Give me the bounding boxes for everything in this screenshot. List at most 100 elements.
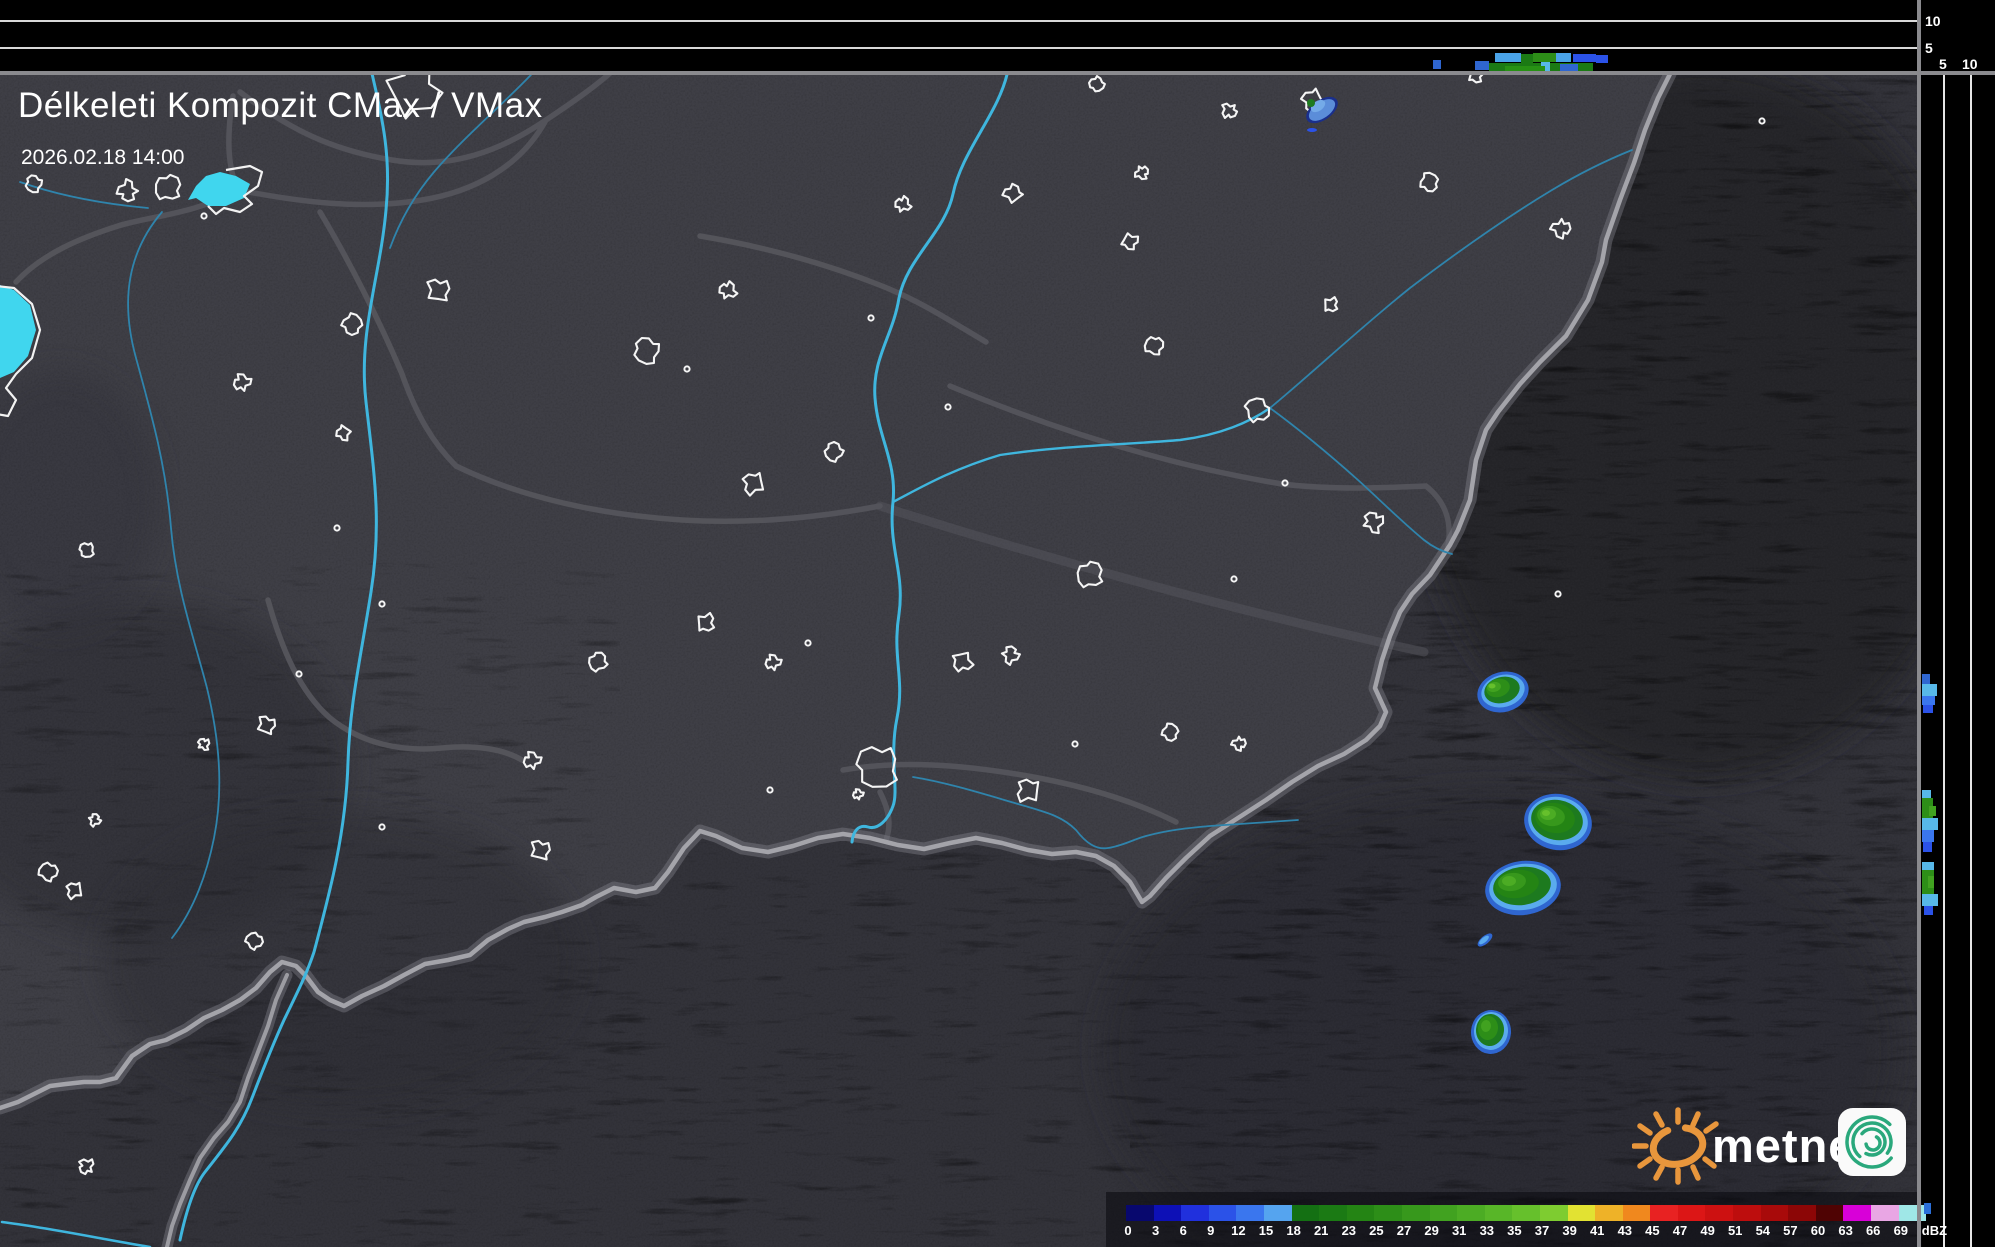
profile-echo-pixel (1505, 66, 1545, 71)
scale-segment (1678, 1205, 1706, 1221)
scale-segment (1485, 1205, 1513, 1221)
profile-echo-pixel (1573, 54, 1596, 62)
scale-tick-label: 66 (1866, 1223, 1880, 1238)
scale-tick-label: 18 (1286, 1223, 1300, 1238)
radar-map[interactable] (0, 74, 1920, 1247)
scale-tick-label: 6 (1180, 1223, 1187, 1238)
scale-segment (1236, 1205, 1264, 1221)
scale-tick-label: 33 (1480, 1223, 1494, 1238)
profile-echo-pixel (1521, 54, 1533, 63)
radar-echo-layer (1307, 128, 1317, 132)
scale-segment (1402, 1205, 1430, 1221)
scale-segment (1457, 1205, 1485, 1221)
scale-segment (1623, 1205, 1651, 1221)
scale-tick-label: 57 (1783, 1223, 1797, 1238)
axis-label-v5: 5 (1925, 41, 1933, 55)
scale-segment (1816, 1205, 1844, 1221)
scale-unit-label: dBZ (1922, 1223, 1947, 1238)
scale-tick-label: 43 (1618, 1223, 1632, 1238)
scale-tick-label: 60 (1811, 1223, 1825, 1238)
scale-segment (1595, 1205, 1623, 1221)
profile-echo-pixel (1495, 53, 1521, 62)
scale-segment (1788, 1205, 1816, 1221)
scale-segment (1209, 1205, 1237, 1221)
panel-separator-horizontal (0, 71, 1995, 75)
profile-echo-pixel (1533, 53, 1556, 62)
reflectivity-scale-bar (1126, 1205, 1926, 1221)
scale-tick-label: 3 (1152, 1223, 1159, 1238)
profile-echo-pixel (1924, 906, 1933, 915)
metnet-app-icon (1837, 1107, 1907, 1177)
scale-tick-label: 12 (1231, 1223, 1245, 1238)
scale-tick-label: 27 (1397, 1223, 1411, 1238)
axis-label-h10: 10 (1962, 57, 1978, 71)
radar-echo-layer (1542, 810, 1550, 816)
scale-segment (1843, 1205, 1871, 1221)
radar-echo-layer (1307, 99, 1315, 107)
profile-echo-pixel (1922, 684, 1937, 696)
scale-segment (1126, 1205, 1154, 1221)
scale-tick-label: 31 (1452, 1223, 1466, 1238)
radar-app-screen: 10 5 5 10 Délkeleti Kompozit CMax / VMax… (0, 0, 1995, 1247)
profile-echo-pixel (1560, 64, 1578, 71)
radar-echo-layer (1489, 684, 1496, 689)
scale-segment (1705, 1205, 1733, 1221)
scale-segment (1430, 1205, 1458, 1221)
scale-tick-label: 51 (1728, 1223, 1742, 1238)
right-profile-gridline-5 (1943, 75, 1945, 1247)
scale-segment (1871, 1205, 1899, 1221)
scale-segment (1899, 1205, 1927, 1221)
scale-tick-label: 41 (1590, 1223, 1604, 1238)
right-profile-panel[interactable] (1921, 0, 1995, 1247)
profile-echo-pixel (1928, 876, 1934, 888)
profile-echo-pixel (1475, 61, 1489, 70)
scale-tick-label: 54 (1756, 1223, 1770, 1238)
scale-tick-label: 39 (1562, 1223, 1576, 1238)
profile-echo-pixel (1433, 60, 1441, 69)
profile-echo-pixel (1929, 806, 1936, 816)
profile-echo-pixel (1922, 830, 1934, 842)
scale-tick-label: 25 (1369, 1223, 1383, 1238)
scale-tick-label: 45 (1645, 1223, 1659, 1238)
scale-tick-label: 63 (1838, 1223, 1852, 1238)
scale-tick-label: 15 (1259, 1223, 1273, 1238)
profile-echo-pixel (1922, 696, 1935, 705)
right-profile-gridline-10 (1970, 75, 1972, 1247)
scale-tick-label: 23 (1342, 1223, 1356, 1238)
profile-echo-pixel (1923, 705, 1933, 713)
scale-tick-label: 35 (1507, 1223, 1521, 1238)
profile-echo-pixel (1922, 818, 1938, 830)
scale-tick-label: 69 (1894, 1223, 1908, 1238)
scale-tick-label: 0 (1124, 1223, 1131, 1238)
panel-separator-vertical (1917, 0, 1921, 1247)
scale-tick-label: 9 (1207, 1223, 1214, 1238)
scale-segment (1181, 1205, 1209, 1221)
scale-segment (1374, 1205, 1402, 1221)
scale-segment (1761, 1205, 1789, 1221)
scale-segment (1568, 1205, 1596, 1221)
sun-icon (1634, 1110, 1716, 1182)
profile-echo-pixel (1596, 55, 1608, 63)
radar-echo-layer (1502, 876, 1516, 886)
scale-tick-label: 29 (1424, 1223, 1438, 1238)
top-profile-gridline-5 (0, 47, 1918, 49)
axis-label-v10: 10 (1925, 14, 1941, 28)
scale-segment (1264, 1205, 1292, 1221)
scale-segment (1540, 1205, 1568, 1221)
scale-segment (1512, 1205, 1540, 1221)
profile-echo-pixel (1556, 53, 1571, 62)
composite-timestamp: 2026.02.18 14:00 (21, 146, 185, 170)
scale-tick-label: 21 (1314, 1223, 1328, 1238)
axis-label-h5: 5 (1939, 57, 1947, 71)
scale-segment (1650, 1205, 1678, 1221)
scale-tick-label: 47 (1673, 1223, 1687, 1238)
scale-segment (1319, 1205, 1347, 1221)
profile-echo-pixel (1924, 1203, 1931, 1214)
scale-tick-label: 49 (1700, 1223, 1714, 1238)
top-profile-gridline-10 (0, 20, 1918, 22)
reflectivity-scale-labels: 0369121518212325272931333537394143454749… (1106, 1223, 1922, 1241)
scale-segment (1154, 1205, 1182, 1221)
top-profile-panel[interactable] (0, 0, 1920, 71)
metnet-logo[interactable]: metnet (1632, 1094, 1932, 1204)
profile-echo-pixel (1923, 842, 1932, 852)
